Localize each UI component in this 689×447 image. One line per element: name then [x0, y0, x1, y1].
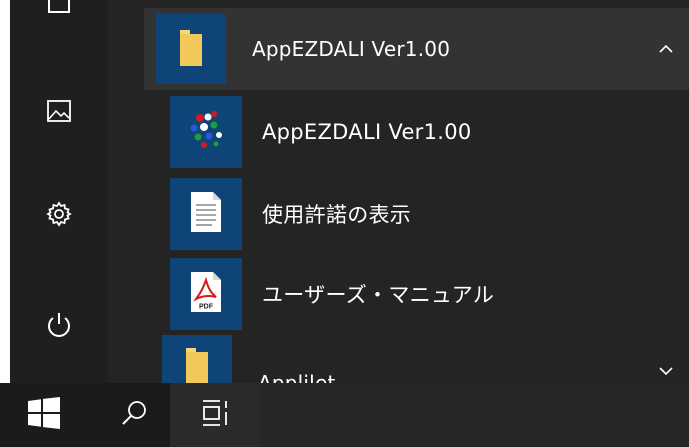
list-item-appezdali[interactable]: AppEZDALI Ver1.00	[170, 92, 689, 172]
appezdali-app-icon	[184, 108, 228, 156]
app-group-appezdali[interactable]: AppEZDALI Ver1.00	[144, 8, 689, 90]
item-label: AppEZDALI Ver1.00	[262, 120, 472, 144]
pictures-button[interactable]	[10, 83, 108, 143]
item-tile: PDF	[170, 258, 242, 330]
folder-icon	[179, 27, 203, 71]
item-label: 使用許諾の表示	[262, 203, 412, 227]
task-view-icon	[200, 398, 230, 432]
chevron-down-icon[interactable]	[657, 362, 675, 380]
task-view-button[interactable]	[170, 383, 260, 447]
chevron-up-icon[interactable]	[657, 40, 675, 58]
pictures-icon	[46, 99, 72, 127]
documents-icon	[46, 0, 72, 19]
group-tile	[156, 14, 226, 84]
app-group-applilet[interactable]: Applilet	[144, 335, 689, 383]
start-button[interactable]	[0, 383, 88, 447]
power-button[interactable]	[10, 297, 108, 357]
text-document-icon	[188, 190, 224, 238]
group-label: AppEZDALI Ver1.00	[252, 37, 451, 61]
documents-button[interactable]	[10, 0, 108, 34]
pdf-document-icon: PDF	[188, 270, 224, 318]
taskbar-empty-area	[260, 383, 689, 447]
svg-text:PDF: PDF	[199, 304, 214, 311]
item-tile	[170, 178, 242, 250]
start-rail	[10, 0, 108, 383]
power-icon	[45, 310, 73, 344]
settings-button[interactable]	[10, 186, 108, 246]
list-item-users-manual[interactable]: PDF ユーザーズ・マニュアル	[170, 254, 689, 334]
group-tile	[162, 335, 232, 383]
app-list: AppEZDALI Ver1.00 AppEZDALI Ver1.00 使用許諾…	[108, 0, 689, 383]
settings-icon	[45, 200, 73, 232]
windows-start-icon	[27, 397, 61, 433]
group-label: Applilet	[258, 371, 336, 383]
start-menu: AppEZDALI Ver1.00 AppEZDALI Ver1.00 使用許諾…	[10, 0, 689, 447]
item-tile	[170, 96, 242, 168]
list-item-license[interactable]: 使用許諾の表示	[170, 174, 689, 254]
taskbar	[0, 383, 689, 447]
search-icon	[120, 399, 148, 431]
item-label: ユーザーズ・マニュアル	[262, 283, 495, 307]
folder-icon	[185, 345, 209, 383]
search-button[interactable]	[100, 383, 168, 447]
